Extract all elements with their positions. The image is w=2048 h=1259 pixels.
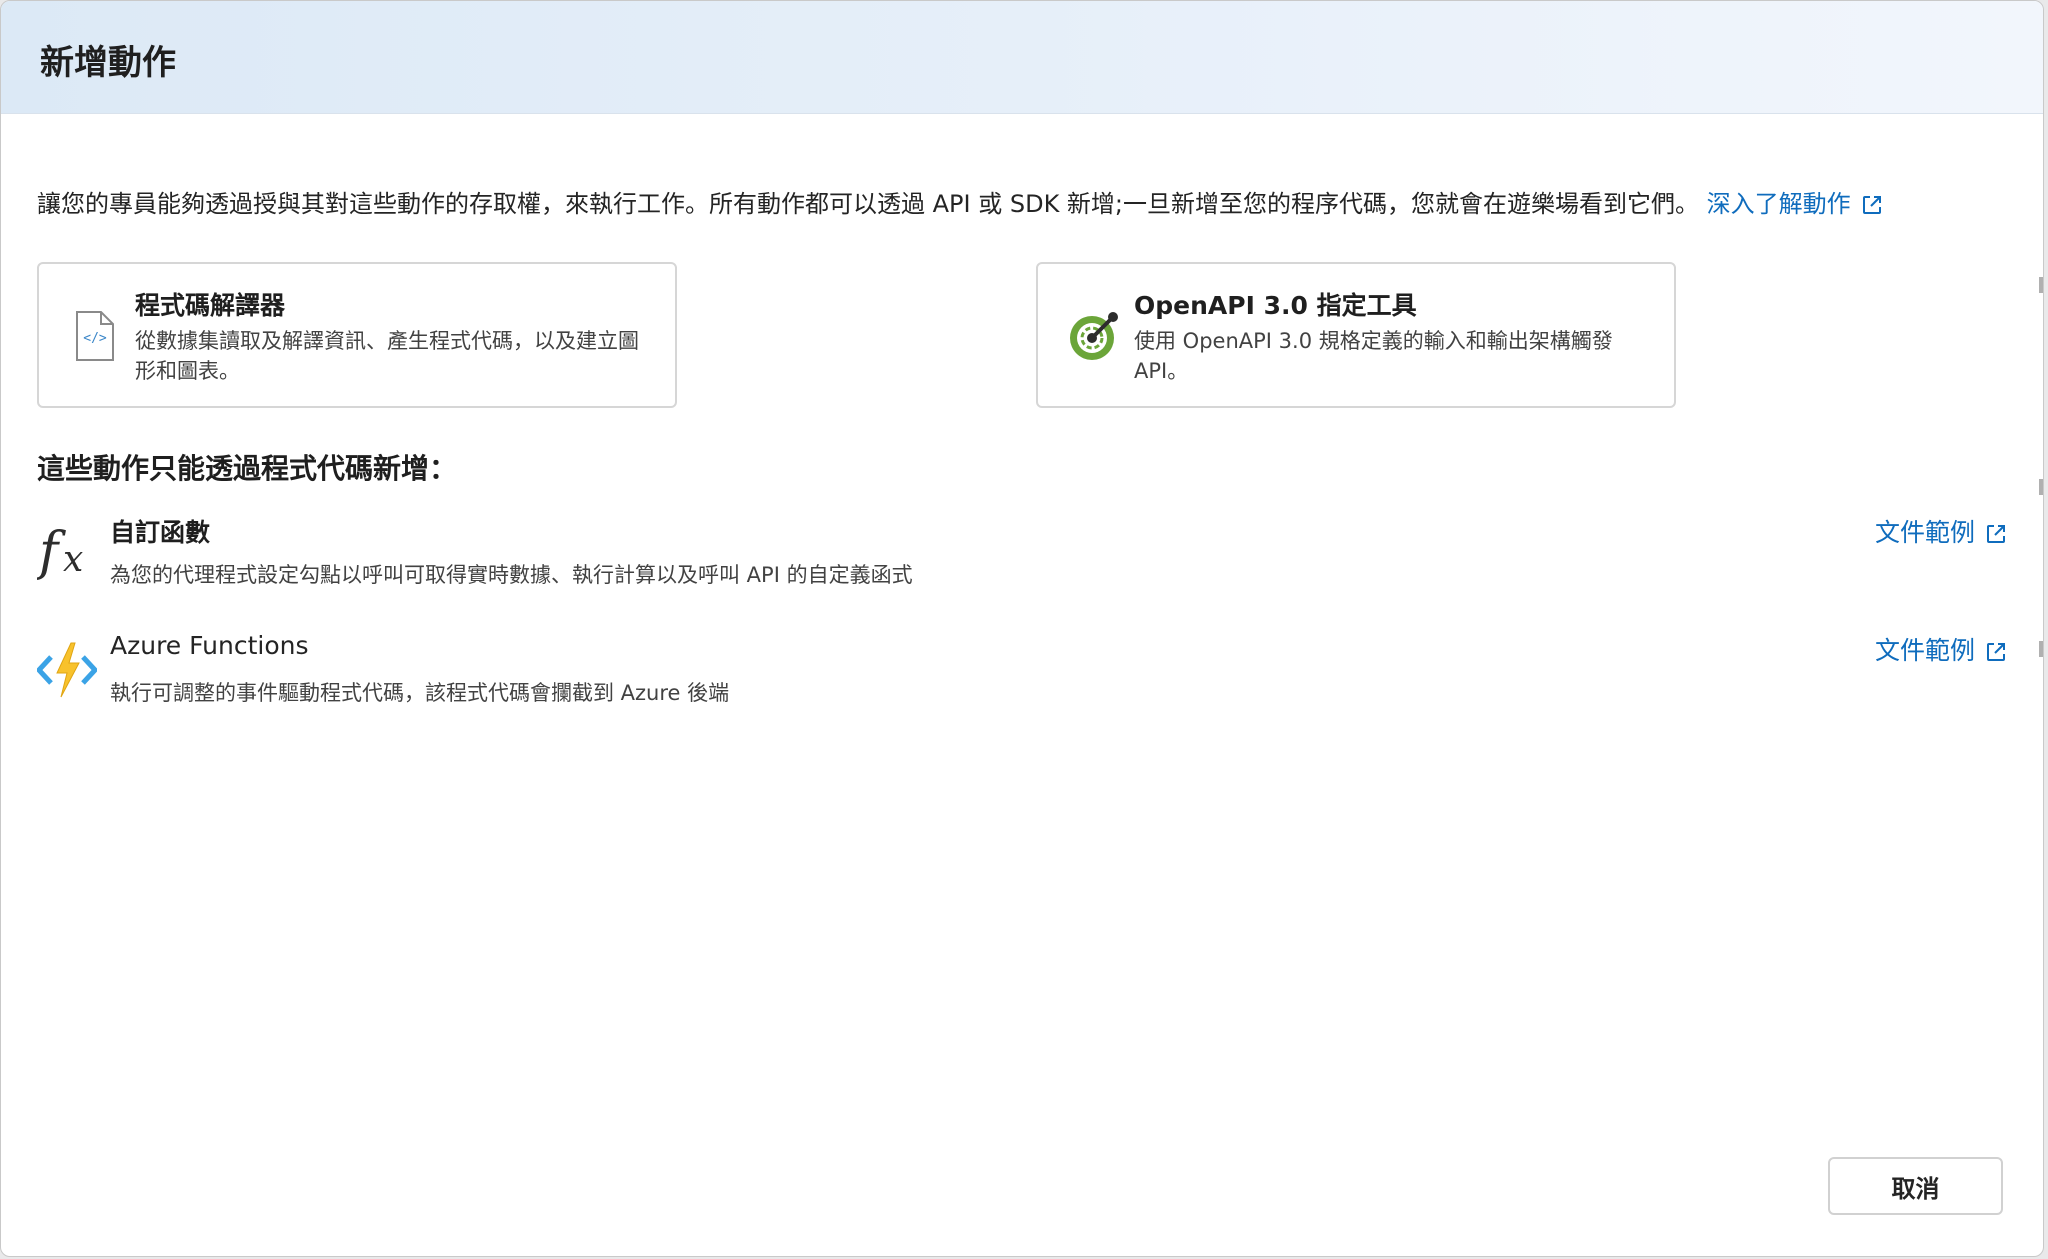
custom-function-row: f x 自訂函數 為您的代理程式設定勾點以呼叫可取得實時數據、執行計算以及呼叫 … xyxy=(37,513,2007,593)
add-action-dialog: 新增動作 讓您的專員能夠透過授與其對這些動作的存取權，來執行工作。所有動作都可以… xyxy=(0,0,2044,1257)
learn-more-link[interactable]: 深入了解動作 xyxy=(1707,190,1883,218)
function-fx-icon: f x xyxy=(37,522,83,582)
svg-text:x: x xyxy=(63,539,83,580)
cancel-button[interactable]: 取消 xyxy=(1828,1157,2003,1215)
code-interpreter-title: 程式碼解譯器 xyxy=(135,291,286,320)
custom-function-description: 為您的代理程式設定勾點以呼叫可取得實時數據、執行計算以及呼叫 API 的自定義函… xyxy=(110,563,913,587)
svg-text:</>: </> xyxy=(83,331,107,346)
openapi-description: 使用 OpenAPI 3.0 規格定義的輸入和輸出架構觸發 API。 xyxy=(1134,329,1613,383)
code-file-icon: </> xyxy=(76,311,114,361)
scrollbar-marker xyxy=(2039,641,2043,657)
azure-functions-title: Azure Functions xyxy=(110,631,309,660)
openapi-card[interactable]: OpenAPI 3.0 指定工具 使用 OpenAPI 3.0 規格定義的輸入和… xyxy=(1036,262,1676,408)
azure-functions-row: Azure Functions 執行可調整的事件驅動程式代碼，該程式代碼會攔截到… xyxy=(37,631,2007,711)
docs-link-label: 文件範例 xyxy=(1874,636,1975,665)
dialog-header: 新增動作 xyxy=(1,1,2043,114)
svg-text:f: f xyxy=(37,522,66,582)
custom-function-docs-link[interactable]: 文件範例 xyxy=(1875,513,2007,549)
code-only-section-title: 這些動作只能透過程式代碼新增： xyxy=(37,452,458,485)
azure-functions-description: 執行可調整的事件驅動程式代碼，該程式代碼會攔截到 Azure 後端 xyxy=(110,681,730,705)
intro-text: 讓您的專員能夠透過授與其對這些動作的存取權，來執行工作。所有動作都可以透過 AP… xyxy=(37,190,1700,218)
intro-paragraph: 讓您的專員能夠透過授與其對這些動作的存取權，來執行工作。所有動作都可以透過 AP… xyxy=(37,184,2017,219)
code-interpreter-card[interactable]: </> 程式碼解譯器 從數據集讀取及解譯資訊、產生程式代碼，以及建立圖形和圖表。 xyxy=(37,262,677,408)
scrollbar-marker xyxy=(2039,277,2043,293)
custom-function-title: 自訂函數 xyxy=(110,518,211,547)
code-interpreter-description: 從數據集讀取及解譯資訊、產生程式代碼，以及建立圖形和圖表。 xyxy=(135,329,639,383)
azure-functions-docs-link[interactable]: 文件範例 xyxy=(1875,631,2007,667)
azure-functions-icon xyxy=(37,642,97,698)
scrollbar-marker xyxy=(2039,479,2043,495)
learn-more-label: 深入了解動作 xyxy=(1706,190,1851,218)
external-link-icon xyxy=(1862,196,1881,214)
openapi-title: OpenAPI 3.0 指定工具 xyxy=(1134,291,1417,320)
dialog-title: 新增動作 xyxy=(40,43,176,83)
external-link-icon xyxy=(1987,525,2005,543)
openapi-icon xyxy=(1066,312,1118,362)
external-link-icon xyxy=(1987,643,2005,661)
docs-link-label: 文件範例 xyxy=(1874,518,1975,547)
